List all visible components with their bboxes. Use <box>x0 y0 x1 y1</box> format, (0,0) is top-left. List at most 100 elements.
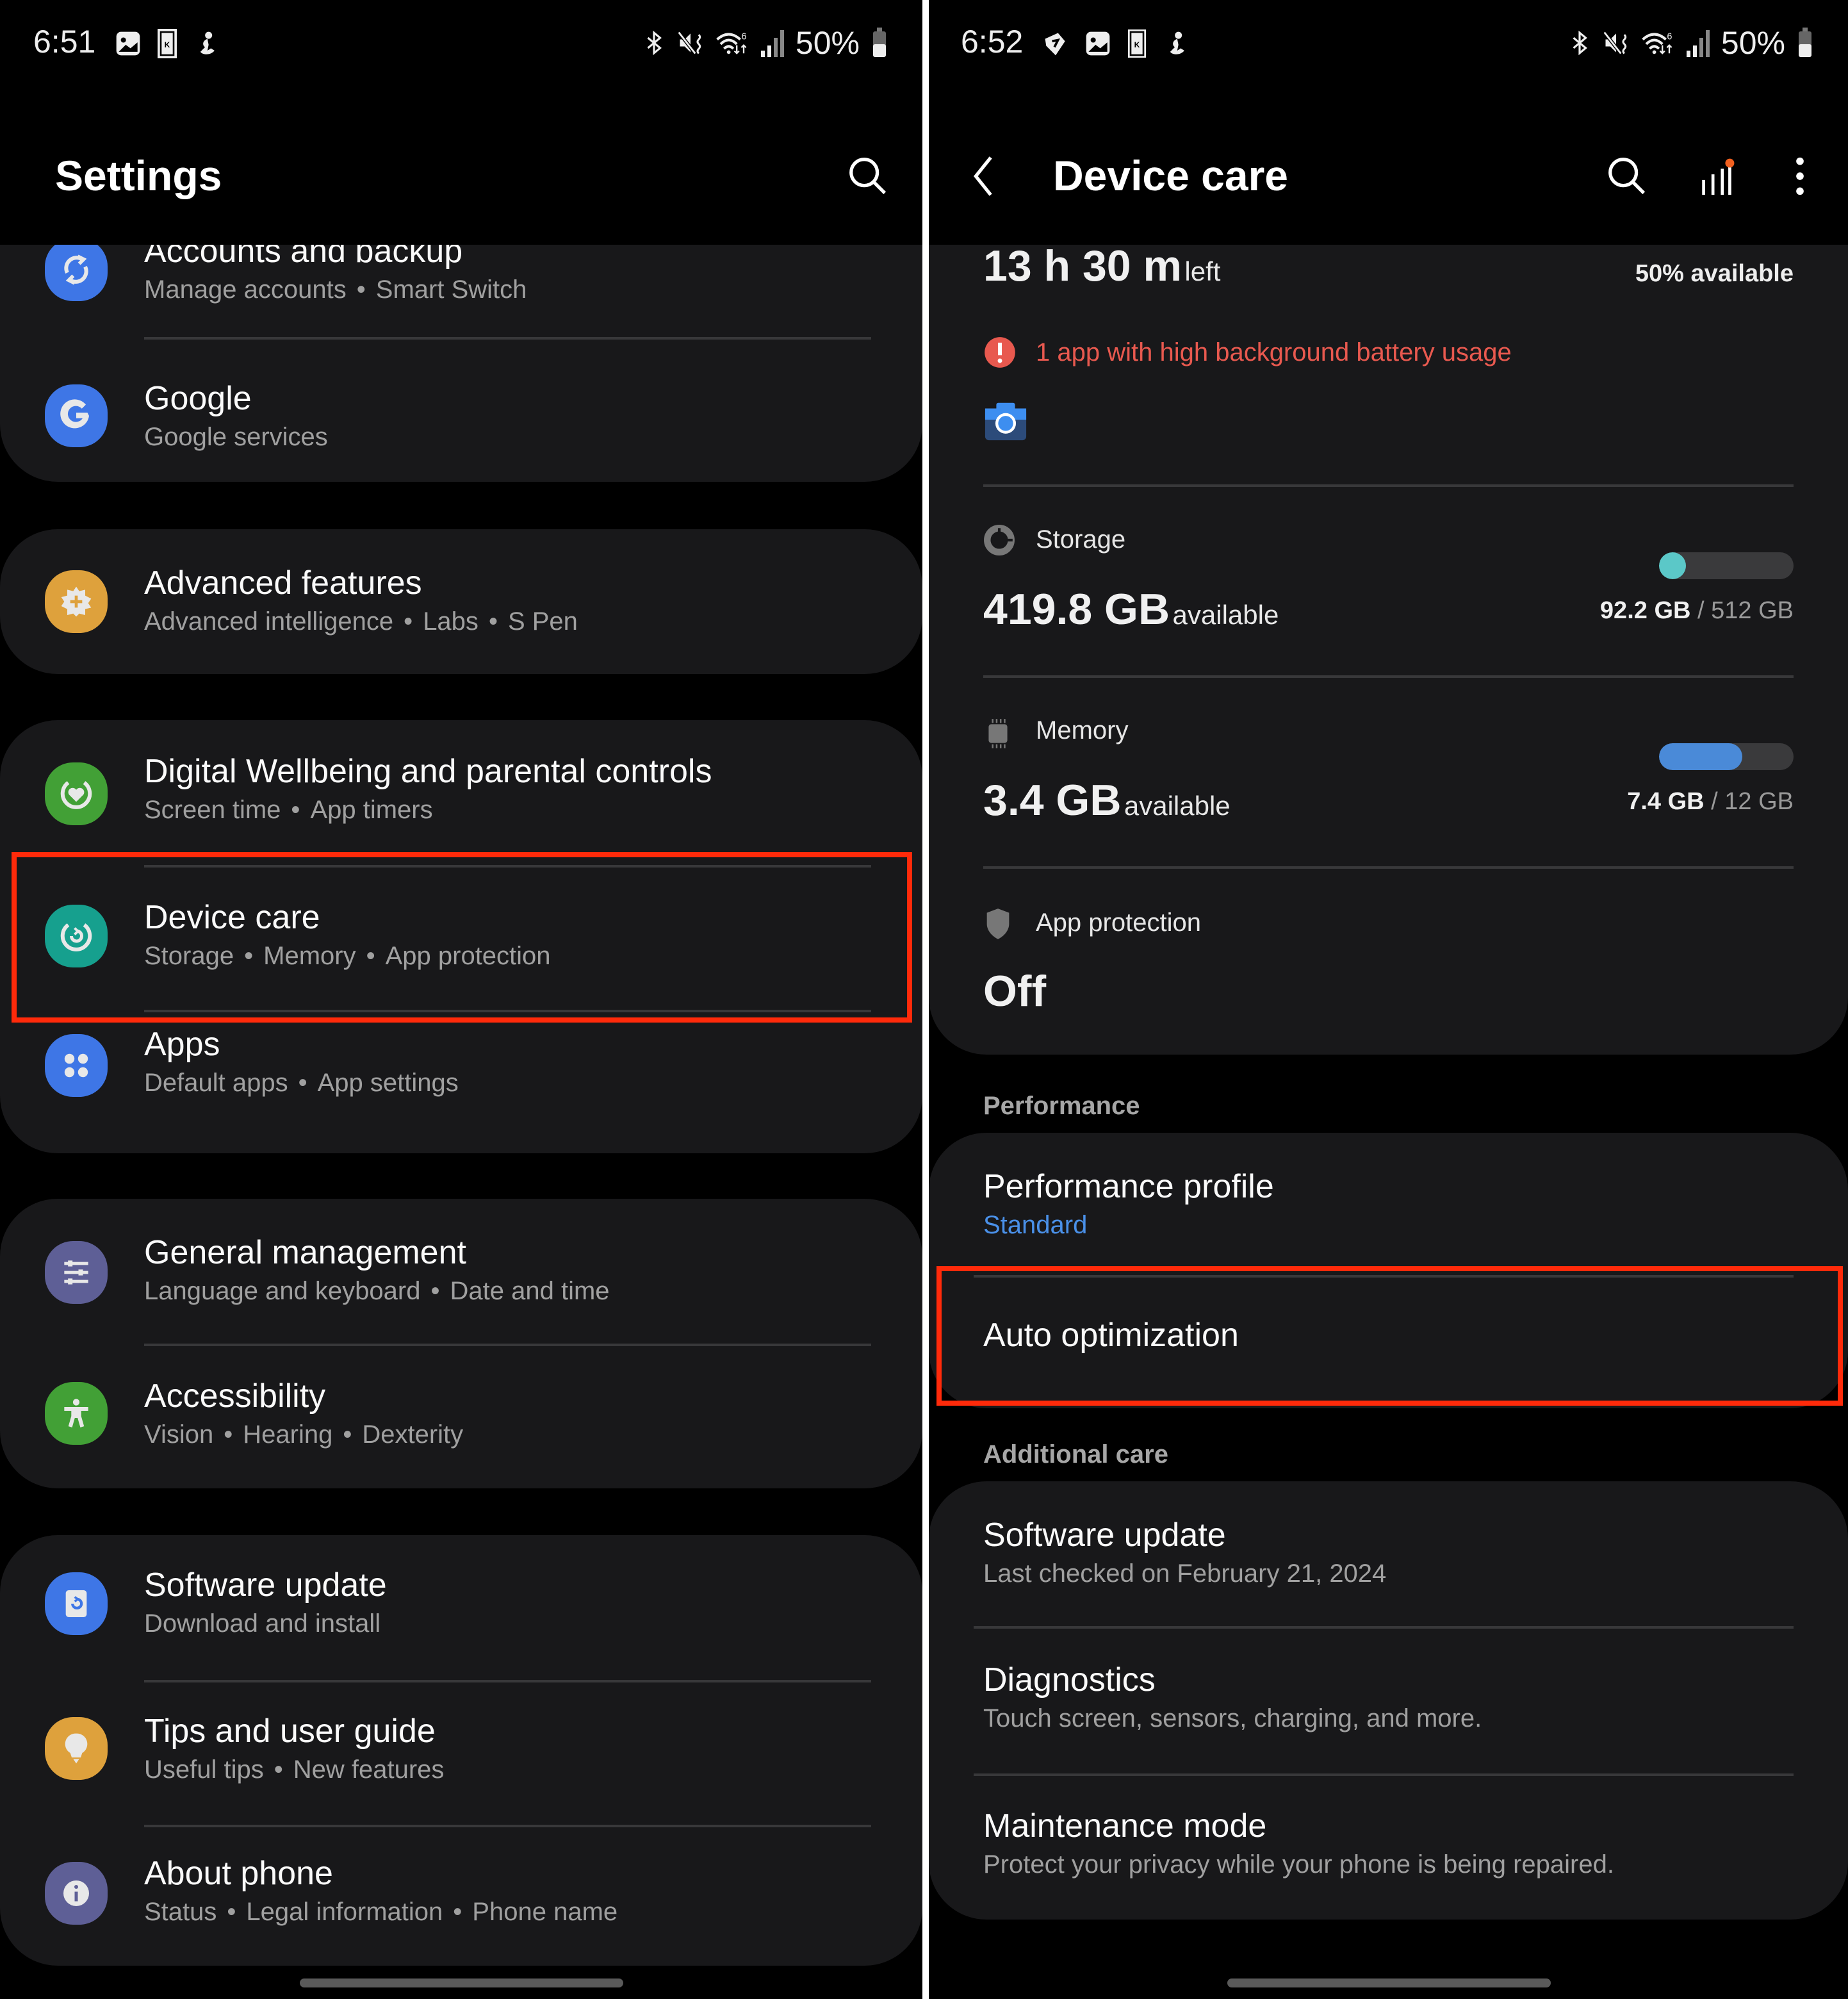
sliders-icon <box>45 1241 108 1304</box>
divider <box>983 866 1794 869</box>
search-icon <box>849 158 887 195</box>
status-time: 6:51 <box>33 24 96 60</box>
svg-text:K: K <box>1134 40 1140 49</box>
k-app-icon: K <box>1128 29 1146 58</box>
settings-screen: 6:51 K 6 50% Settings Accounts and backu… <box>0 0 922 1999</box>
settings-group: General management Language and keyboard… <box>0 1199 922 1488</box>
storage-usage-text: 92.2 GB / 512 GB <box>1599 597 1794 624</box>
item-title: Digital Wellbeing and parental controls <box>144 753 712 790</box>
device-status-card: 13 h 30 m left 50% available 1 app with … <box>929 245 1848 1055</box>
settings-item-software-update[interactable]: Software update Download and install <box>0 1535 922 1680</box>
performance-card: Performance profile Standard Auto optimi… <box>929 1133 1848 1408</box>
mute-vibrate-icon <box>1603 31 1627 55</box>
camera-app-icon[interactable] <box>983 397 1028 442</box>
back-button[interactable] <box>954 147 1012 205</box>
memory-usage-text: 7.4 GB / 12 GB <box>1627 788 1794 815</box>
storage-section[interactable]: Storage 419.8 GB available 92.2 GB / 512… <box>983 488 1794 674</box>
item-subtitle: Vision • Hearing • Dexterity <box>144 1420 464 1449</box>
search-icon <box>1608 158 1646 195</box>
memory-label: Memory <box>1036 716 1129 744</box>
item-subtitle: Download and install <box>144 1609 381 1638</box>
settings-item-apps[interactable]: Apps Default apps • App settings <box>0 1012 922 1153</box>
google-g-icon <box>45 384 108 447</box>
home-indicator[interactable] <box>300 1978 623 1987</box>
item-subtitle: Protect your privacy while your phone is… <box>983 1850 1614 1879</box>
divider <box>983 484 1794 487</box>
additional-care-card: Software update Last checked on February… <box>929 1481 1848 1920</box>
settings-item-digital-wellbeing[interactable]: Digital Wellbeing and parental controls … <box>0 720 922 865</box>
signal-icon <box>760 30 784 57</box>
item-title: Performance profile <box>983 1168 1274 1205</box>
item-title: Accessibility <box>144 1378 326 1415</box>
memory-section[interactable]: Memory 3.4 GB available 7.4 GB / 12 GB <box>983 679 1794 865</box>
item-title: Software update <box>144 1567 387 1604</box>
storage-label: Storage <box>1036 525 1126 554</box>
back-chevron-icon <box>973 156 992 196</box>
battery-time-suffix: left <box>1184 256 1221 286</box>
settings-item-advanced-features[interactable]: Advanced features Advanced intelligence •… <box>0 529 922 674</box>
item-title: Google <box>144 380 252 417</box>
settings-item-about-phone[interactable]: About phone Status • Legal information • Pho… <box>0 1827 922 1966</box>
lightbulb-icon <box>45 1717 108 1780</box>
accessibility-person-icon <box>45 1382 108 1445</box>
gallery-icon <box>1086 31 1110 56</box>
device-care-icon <box>45 905 108 967</box>
notification-icon <box>1045 33 1065 56</box>
item-subtitle: Language and keyboard • Date and time <box>144 1277 610 1305</box>
settings-item-accounts[interactable]: Accounts and backup Manage accounts • Smar… <box>0 245 922 347</box>
settings-group: Software update Download and install Tip… <box>0 1535 922 1966</box>
diagnostics-item[interactable]: Diagnostics Touch screen, sensors, charg… <box>929 1629 1848 1773</box>
item-subtitle: Google services <box>144 423 328 451</box>
settings-item-google[interactable]: Google Google services <box>0 341 922 482</box>
software-update-item[interactable]: Software update Last checked on February… <box>929 1481 1848 1626</box>
app-protection-label: App protection <box>1036 909 1201 937</box>
search-button[interactable] <box>839 147 897 205</box>
storage-usage-bar <box>1659 552 1794 579</box>
battery-warning[interactable]: 1 app with high background battery usage <box>1036 338 1512 367</box>
item-subtitle: Screen time • App timers <box>144 796 433 824</box>
memory-available-value: 3.4 GB <box>983 776 1122 825</box>
memory-chip-icon <box>988 719 1008 748</box>
warning-icon <box>985 337 1015 368</box>
performance-profile-item[interactable]: Performance profile Standard <box>929 1133 1848 1275</box>
settings-group: Advanced features Advanced intelligence •… <box>0 529 922 674</box>
status-time: 6:52 <box>961 24 1024 60</box>
app-protection-section[interactable]: App protection Off <box>983 870 1794 1055</box>
app-bar: Device care <box>929 128 1848 224</box>
settings-item-accessibility[interactable]: Accessibility Vision • Hearing • Dexterity <box>0 1346 922 1488</box>
maintenance-mode-item[interactable]: Maintenance mode Protect your privacy wh… <box>929 1776 1848 1920</box>
memory-usage-fill <box>1659 743 1743 770</box>
svg-text:6: 6 <box>741 32 746 42</box>
settings-item-device-care[interactable]: Device care Storage • Memory • App protectio… <box>0 868 922 1010</box>
status-bar: 6:52 K 6 50% <box>929 19 1848 70</box>
more-options-button[interactable] <box>1771 147 1829 205</box>
item-subtitle: Advanced intelligence • Labs • S Pen <box>144 607 578 636</box>
battery-percent: 50% <box>1721 25 1785 61</box>
settings-item-general-management[interactable]: General management Language and keyboard… <box>0 1199 922 1344</box>
divider <box>983 675 1794 678</box>
memory-available-suffix: available <box>1124 791 1231 821</box>
report-button[interactable] <box>1688 147 1746 205</box>
item-subtitle: Last checked on February 21, 2024 <box>983 1559 1387 1588</box>
settings-group: Digital Wellbeing and parental controls … <box>0 720 922 1153</box>
item-title: Accounts and backup <box>144 245 463 270</box>
storage-pie-icon <box>984 525 1015 555</box>
app-bar: Settings <box>0 128 922 224</box>
item-subtitle: Useful tips • New features <box>144 1756 445 1784</box>
battery-section[interactable]: 13 h 30 m left 50% available 1 app with … <box>983 245 1794 475</box>
svg-text:K: K <box>165 40 170 49</box>
fitness-icon <box>1170 31 1184 54</box>
wifi6-icon: 6 <box>716 32 747 54</box>
settings-item-tips[interactable]: Tips and user guide Useful tips • New feat… <box>0 1682 922 1825</box>
info-icon <box>45 1862 108 1925</box>
item-title: Tips and user guide <box>144 1713 436 1750</box>
item-subtitle: Storage • Memory • App protection <box>144 942 551 970</box>
memory-usage-bar <box>1659 743 1794 770</box>
home-indicator[interactable] <box>1227 1978 1551 1987</box>
wifi6-icon: 6 <box>1642 32 1672 54</box>
auto-optimization-item[interactable]: Auto optimization <box>929 1278 1848 1408</box>
item-title: About phone <box>144 1855 333 1892</box>
page-title: Settings <box>55 152 222 199</box>
software-update-icon <box>45 1572 108 1635</box>
search-button[interactable] <box>1598 147 1656 205</box>
